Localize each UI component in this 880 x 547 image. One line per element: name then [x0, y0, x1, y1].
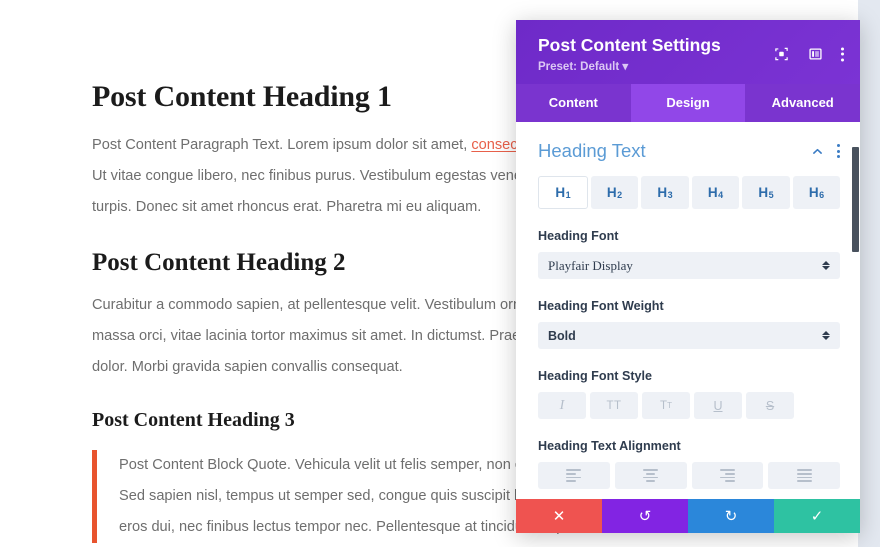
modal-tabs: Content Design Advanced — [516, 84, 860, 122]
layout-panel-icon[interactable] — [807, 46, 824, 63]
underline-icon[interactable]: U — [694, 392, 742, 419]
undo-button[interactable]: ↺ — [602, 499, 688, 533]
discard-button[interactable]: ✕ — [516, 499, 602, 533]
heading-level-h6[interactable]: H6 — [792, 176, 840, 209]
heading-font-value: Playfair Display — [548, 257, 633, 273]
small-caps-glyph: T — [660, 399, 668, 412]
h6-label: H — [808, 185, 819, 200]
focus-target-icon[interactable] — [773, 46, 790, 63]
scrollbar-thumb[interactable] — [852, 147, 859, 252]
h1-label: H — [555, 185, 566, 200]
heading-font-weight-select[interactable]: Bold — [538, 322, 840, 349]
chevron-up-icon[interactable] — [811, 145, 824, 158]
h1-sub: 1 — [565, 189, 571, 200]
stepper-icon — [822, 331, 830, 340]
tab-advanced[interactable]: Advanced — [745, 84, 860, 122]
uppercase-icon[interactable]: TT — [590, 392, 638, 419]
align-left-icon[interactable] — [538, 462, 610, 489]
heading-level-h4[interactable]: H4 — [691, 176, 739, 209]
h6-sub: 6 — [819, 189, 825, 200]
modal-header: Post Content Settings Preset: Default ▾ — [516, 20, 860, 84]
align-right-icon[interactable] — [691, 462, 764, 489]
heading-font-select[interactable]: Playfair Display — [538, 252, 840, 279]
heading-level-h3[interactable]: H3 — [641, 176, 689, 209]
paragraph-text-pre: Post Content Paragraph Text. Lorem ipsum… — [92, 137, 472, 153]
h3-sub: 3 — [667, 189, 673, 200]
heading-font-weight-label: Heading Font Weight — [538, 299, 664, 313]
settings-scrollbar[interactable] — [851, 122, 860, 499]
heading-text-alignment-label: Heading Text Alignment — [538, 439, 681, 453]
text-alignment-group — [538, 462, 840, 489]
h4-sub: 4 — [718, 189, 724, 200]
post-content-settings-modal: Post Content Settings Preset: Default ▾ — [516, 20, 860, 533]
heading-level-group: H1 H2 H3 H4 H5 H6 — [538, 176, 840, 209]
h2-label: H — [606, 185, 617, 200]
italic-icon[interactable]: I — [538, 392, 586, 419]
heading-font-label: Heading Font — [538, 229, 619, 243]
section-options-icon[interactable] — [837, 144, 840, 158]
tab-design[interactable]: Design — [630, 84, 746, 122]
align-center-icon[interactable] — [614, 462, 687, 489]
more-options-icon[interactable] — [841, 47, 844, 61]
heading-level-h5[interactable]: H5 — [742, 176, 790, 209]
save-button[interactable]: ✓ — [774, 499, 860, 533]
page-right-gutter — [858, 0, 880, 547]
modal-body: Heading Text H1 H2 H3 H4 H5 H6 Heading F… — [516, 122, 860, 499]
font-style-group: I TT TT U S — [538, 392, 840, 419]
stepper-icon — [822, 261, 830, 270]
heading-level-h1[interactable]: H1 — [538, 176, 588, 209]
h3-label: H — [657, 185, 668, 200]
align-justify-icon[interactable] — [768, 462, 840, 489]
tab-content[interactable]: Content — [516, 84, 631, 122]
heading-text-section-header: Heading Text — [538, 140, 840, 162]
heading-font-style-label: Heading Font Style — [538, 369, 653, 383]
heading-level-h2[interactable]: H2 — [590, 176, 638, 209]
modal-action-bar: ✕ ↺ ↻ ✓ — [516, 499, 860, 533]
settings-scroll-region: Heading Text H1 H2 H3 H4 H5 H6 Heading F… — [516, 122, 860, 499]
h5-sub: 5 — [768, 189, 774, 200]
modal-header-actions — [773, 46, 844, 63]
redo-button[interactable]: ↻ — [688, 499, 774, 533]
h5-label: H — [758, 185, 769, 200]
h2-sub: 2 — [617, 189, 623, 200]
section-title: Heading Text — [538, 140, 646, 161]
heading-font-weight-value: Bold — [548, 328, 576, 343]
h4-label: H — [707, 185, 718, 200]
strikethrough-icon[interactable]: S — [746, 392, 794, 419]
small-caps-sub: T — [667, 401, 672, 410]
small-caps-icon[interactable]: TT — [642, 392, 690, 419]
